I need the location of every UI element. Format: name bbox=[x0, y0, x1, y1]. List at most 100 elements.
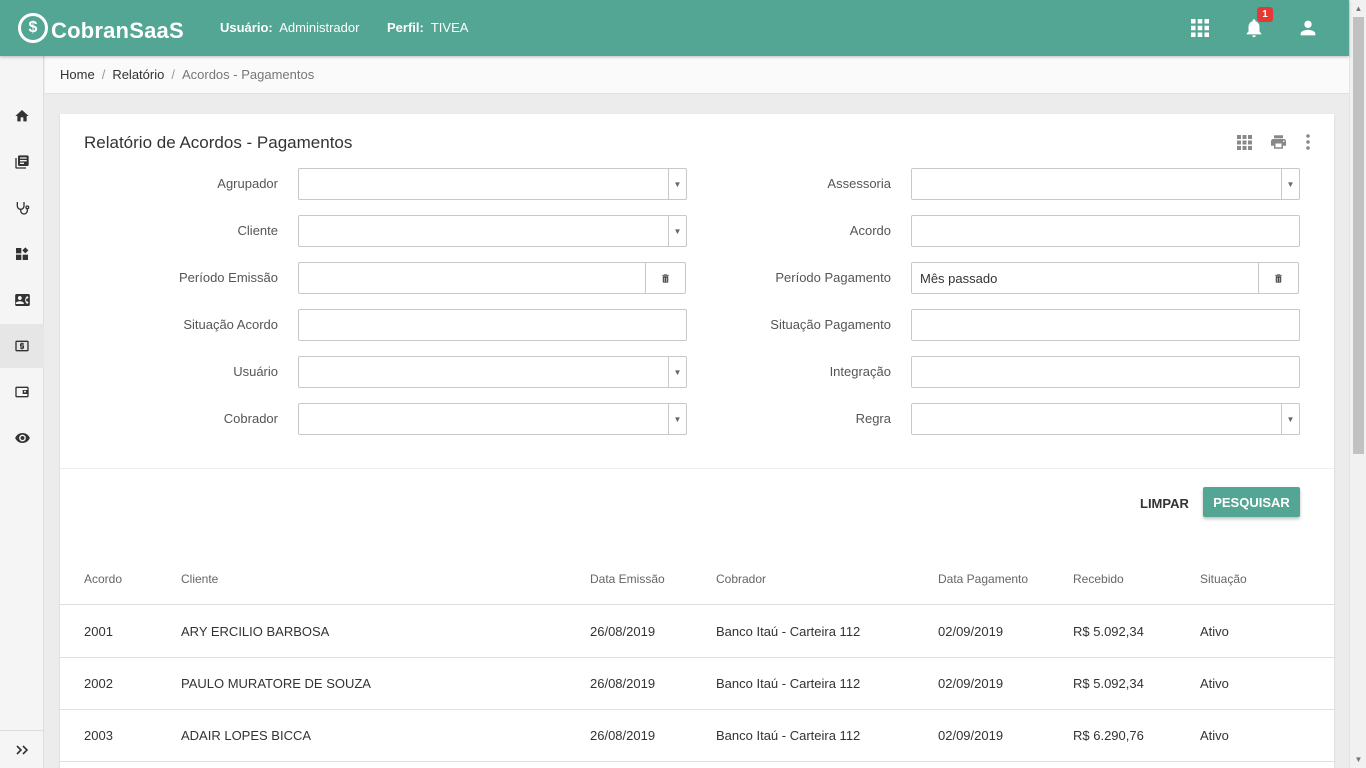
columns-grid-button[interactable] bbox=[1233, 131, 1255, 153]
assessoria-label: Assessoria bbox=[827, 176, 891, 191]
table-header: Acordo Cliente Data Emissão Cobrador Dat… bbox=[60, 564, 1334, 605]
cell-cliente: PAULO MURATORE DE SOUZA bbox=[181, 676, 371, 691]
home-icon bbox=[15, 110, 29, 122]
sidebar-item-contacts[interactable] bbox=[0, 278, 44, 322]
cell-cobrador: Banco Itaú - Carteira 112 bbox=[716, 728, 861, 743]
cell-acordo: 2002 bbox=[84, 676, 113, 691]
cell-data-pagamento: 02/09/2019 bbox=[938, 728, 1004, 743]
chevron-down-icon: ▼ bbox=[668, 216, 686, 246]
perfil-label: Perfil: bbox=[387, 20, 424, 35]
table-row[interactable]: 2002 PAULO MURATORE DE SOUZA 26/08/2019 … bbox=[60, 658, 1334, 710]
column-header-cliente[interactable]: Cliente bbox=[181, 572, 218, 586]
scroll-down-arrow-icon[interactable]: ▼ bbox=[1350, 751, 1366, 768]
periodo-pagamento-clear-button[interactable] bbox=[1258, 263, 1298, 293]
integracao-field[interactable] bbox=[911, 356, 1300, 388]
periodo-emissao-input[interactable] bbox=[299, 263, 645, 293]
column-header-recebido[interactable]: Recebido bbox=[1073, 572, 1124, 586]
cliente-select[interactable]: ▼ bbox=[298, 215, 687, 247]
chevron-down-icon: ▼ bbox=[668, 404, 686, 434]
breadcrumb-home[interactable]: Home bbox=[60, 67, 95, 82]
app-logo[interactable]: $ CobranSaaS bbox=[18, 10, 184, 46]
periodo-emissao-field[interactable] bbox=[298, 262, 686, 294]
scrollbar-thumb[interactable] bbox=[1353, 17, 1364, 454]
trash-icon bbox=[1275, 273, 1282, 283]
user-icon[interactable] bbox=[1294, 14, 1322, 42]
cell-data-pagamento: 02/09/2019 bbox=[938, 624, 1004, 639]
breadcrumb-current: Acordos - Pagamentos bbox=[181, 67, 315, 82]
situacao-acordo-field[interactable] bbox=[298, 309, 687, 341]
column-header-situacao[interactable]: Situação bbox=[1200, 572, 1247, 586]
periodo-pagamento-input[interactable] bbox=[912, 263, 1258, 293]
column-header-acordo[interactable]: Acordo bbox=[84, 572, 122, 586]
cell-cobrador: Banco Itaú - Carteira 112 bbox=[716, 676, 861, 691]
sidebar-expand-button[interactable] bbox=[0, 730, 44, 768]
grid-icon bbox=[1236, 134, 1252, 150]
integracao-label: Integração bbox=[829, 364, 891, 379]
scroll-up-arrow-icon[interactable]: ▲ bbox=[1350, 0, 1366, 17]
breadcrumb-separator: / bbox=[171, 67, 175, 82]
chevron-down-icon: ▼ bbox=[1281, 404, 1299, 434]
sidebar-item-dashboard[interactable] bbox=[0, 232, 44, 276]
more-options-button[interactable] bbox=[1297, 131, 1319, 153]
usuario-select[interactable]: ▼ bbox=[298, 356, 687, 388]
periodo-emissao-clear-button[interactable] bbox=[645, 263, 685, 293]
agrupador-select[interactable]: ▼ bbox=[298, 168, 687, 200]
top-app-bar: $ CobranSaaS Usuário: Administrador Perf… bbox=[0, 0, 1349, 56]
page-scrollbar[interactable]: ▲ ▼ bbox=[1349, 0, 1366, 768]
logo-dollar-icon: $ bbox=[18, 13, 48, 43]
sidebar-item-view[interactable] bbox=[0, 416, 44, 460]
cell-data-emissao: 26/08/2019 bbox=[590, 624, 656, 639]
stethoscope-icon bbox=[16, 202, 30, 215]
page-title: Relatório de Acordos - Pagamentos bbox=[84, 133, 353, 152]
sidebar-item-stethoscope[interactable] bbox=[0, 186, 44, 230]
periodo-pagamento-field[interactable] bbox=[911, 262, 1299, 294]
periodo-pagamento-label: Período Pagamento bbox=[775, 270, 891, 285]
money-icon bbox=[15, 340, 29, 352]
breadcrumb: Home / Relatório / Acordos - Pagamentos bbox=[45, 56, 1349, 94]
regra-select[interactable]: ▼ bbox=[911, 403, 1300, 435]
chevron-down-icon: ▼ bbox=[668, 169, 686, 199]
cell-cliente: ADAIR LOPES BICCA bbox=[181, 728, 312, 743]
situacao-acordo-input[interactable] bbox=[299, 310, 686, 340]
cell-acordo: 2003 bbox=[84, 728, 113, 743]
wallet-icon bbox=[15, 386, 29, 398]
sidebar-item-home[interactable] bbox=[0, 94, 44, 138]
library-icon bbox=[15, 155, 29, 169]
column-header-data-pagamento[interactable]: Data Pagamento bbox=[938, 572, 1028, 586]
apps-grid-icon[interactable] bbox=[1186, 14, 1214, 42]
breadcrumb-relatorio[interactable]: Relatório bbox=[112, 67, 164, 82]
column-header-cobrador[interactable]: Cobrador bbox=[716, 572, 766, 586]
cell-situacao: Ativo bbox=[1200, 624, 1229, 639]
table-row[interactable]: 2001 ARY ERCILIO BARBOSA 26/08/2019 Banc… bbox=[60, 606, 1334, 658]
eye-icon bbox=[14, 433, 30, 443]
acordo-field[interactable] bbox=[911, 215, 1300, 247]
print-icon bbox=[1270, 135, 1286, 149]
search-button[interactable]: PESQUISAR bbox=[1203, 487, 1300, 517]
chevron-down-icon: ▼ bbox=[668, 357, 686, 387]
table-row[interactable]: 2003 ADAIR LOPES BICCA 26/08/2019 Banco … bbox=[60, 710, 1334, 762]
more-vert-icon bbox=[1306, 134, 1310, 150]
header-perfil-info: Perfil: TIVEA bbox=[387, 20, 468, 35]
clear-button[interactable]: LIMPAR bbox=[1132, 488, 1197, 518]
sidebar-item-library[interactable] bbox=[0, 140, 44, 184]
sidebar-item-wallet[interactable] bbox=[0, 370, 44, 414]
cell-data-emissao: 26/08/2019 bbox=[590, 676, 656, 691]
acordo-input[interactable] bbox=[912, 216, 1299, 246]
integracao-input[interactable] bbox=[912, 357, 1299, 387]
cliente-label: Cliente bbox=[237, 223, 278, 238]
situacao-pagamento-field[interactable] bbox=[911, 309, 1300, 341]
perfil-value: TIVEA bbox=[430, 20, 469, 35]
report-card: Relatório de Acordos - Pagamentos Agrupa… bbox=[60, 114, 1334, 768]
double-chevron-right-icon bbox=[16, 744, 29, 755]
column-header-data-emissao[interactable]: Data Emissão bbox=[590, 572, 665, 586]
situacao-pagamento-label: Situação Pagamento bbox=[770, 317, 891, 332]
dashboard-add-icon bbox=[16, 247, 29, 260]
situacao-pagamento-input[interactable] bbox=[912, 310, 1299, 340]
regra-label: Regra bbox=[855, 411, 891, 426]
cobrador-select[interactable]: ▼ bbox=[298, 403, 687, 435]
cell-recebido: R$ 5.092,34 bbox=[1073, 624, 1144, 639]
assessoria-select[interactable]: ▼ bbox=[911, 168, 1300, 200]
sidebar-item-payments[interactable] bbox=[0, 324, 44, 368]
situacao-acordo-label: Situação Acordo bbox=[183, 317, 278, 332]
print-button[interactable] bbox=[1267, 131, 1289, 153]
